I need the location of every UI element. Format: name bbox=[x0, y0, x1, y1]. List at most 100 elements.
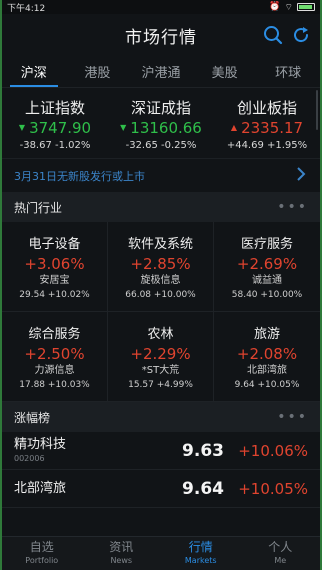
leading-stock: 北部湾旅 bbox=[247, 365, 287, 376]
stock-pct: +10.05% bbox=[238, 479, 308, 498]
section-title: 涨幅榜 bbox=[14, 410, 51, 425]
industry-pct: +2.69% bbox=[236, 255, 298, 273]
alarm-icon: ⏰ bbox=[269, 2, 281, 12]
notice-text: 3月31日无新股发行或上市 bbox=[14, 169, 145, 183]
tab-label-en: News bbox=[110, 556, 133, 565]
scrollbar[interactable] bbox=[316, 90, 318, 130]
index-chinext[interactable]: 创业板指 ▲ 2335.17 +44.69 +1.95% bbox=[214, 98, 320, 158]
tab-label-en: Me bbox=[274, 556, 287, 565]
status-bar: 下午4:12 ⏰ ⌔ bbox=[2, 0, 320, 14]
stock-name: 北部湾旅 bbox=[14, 480, 67, 496]
leading-stock: 力源信息 bbox=[34, 365, 75, 376]
header: 市场行情 bbox=[2, 14, 320, 56]
leading-stock-detail: 29.54 +10.02% bbox=[19, 290, 90, 300]
industry-pct: +2.29% bbox=[130, 345, 191, 363]
index-value: ▲ 2335.17 bbox=[214, 118, 320, 138]
index-value: ▼ 3747.90 bbox=[2, 118, 108, 138]
tab-label-cn: 资讯 bbox=[109, 540, 134, 554]
tab-hushen[interactable]: 沪深 bbox=[2, 56, 66, 87]
market-tabs: 沪深 港股 沪港通 美股 环球 bbox=[2, 56, 320, 88]
stock-name-block: 北部湾旅 bbox=[14, 481, 164, 497]
index-name: 上证指数 bbox=[24, 99, 85, 117]
industry-card[interactable]: 旅游 +2.08% 北部湾旅 9.64 +10.05% bbox=[214, 312, 320, 402]
battery-icon bbox=[297, 3, 315, 11]
leading-stock-detail: 15.57 +4.99% bbox=[128, 380, 193, 390]
tab-label-cn: 自选 bbox=[29, 540, 54, 554]
stock-pct: +10.06% bbox=[238, 441, 308, 460]
industry-name: 旅游 bbox=[253, 327, 280, 342]
bottom-tab-bar: 自选 Portfolio 资讯 News 行情 Markets 个人 Me bbox=[2, 536, 320, 570]
tab-label-cn: 个人 bbox=[268, 540, 293, 554]
tab-me[interactable]: 个人 Me bbox=[241, 537, 321, 570]
more-icon[interactable]: ••• bbox=[277, 409, 308, 425]
leading-stock-detail: 9.64 +10.05% bbox=[234, 380, 300, 390]
leading-stock: 旋极信息 bbox=[140, 275, 181, 286]
tab-portfolio[interactable]: 自选 Portfolio bbox=[2, 537, 82, 570]
industry-card[interactable]: 农林 +2.29% *ST大荒 15.57 +4.99% bbox=[108, 312, 214, 402]
index-change: -38.67 -1.02% bbox=[19, 140, 91, 151]
industry-name: 医疗服务 bbox=[240, 237, 293, 252]
gainers-header: 涨幅榜 ••• bbox=[2, 402, 320, 432]
industry-card[interactable]: 医疗服务 +2.69% 诚益通 58.40 +10.00% bbox=[214, 222, 320, 312]
tab-label-en: Markets bbox=[184, 556, 217, 565]
index-change: -32.65 -0.25% bbox=[125, 140, 197, 151]
industry-card[interactable]: 软件及系统 +2.85% 旋极信息 66.08 +10.00% bbox=[108, 222, 214, 312]
industry-card[interactable]: 电子设备 +3.06% 安居宝 29.54 +10.02% bbox=[2, 222, 108, 312]
industry-name: 综合服务 bbox=[28, 327, 81, 342]
chevron-right-icon bbox=[296, 167, 306, 184]
industry-name: 电子设备 bbox=[28, 237, 81, 252]
tab-global[interactable]: 环球 bbox=[256, 56, 320, 87]
index-shenzhen[interactable]: 深证成指 ▼ 13160.66 -32.65 -0.25% bbox=[108, 98, 214, 158]
industry-pct: +2.08% bbox=[236, 345, 298, 363]
leading-stock: *ST大荒 bbox=[141, 365, 180, 376]
stock-name-block: 精功科技 002006 bbox=[14, 437, 164, 465]
index-value-text: 2335.17 bbox=[241, 119, 304, 137]
industry-name: 农林 bbox=[147, 327, 174, 342]
stock-code: 002006 bbox=[14, 453, 45, 463]
leading-stock: 安居宝 bbox=[39, 275, 70, 286]
refresh-icon[interactable] bbox=[290, 24, 312, 46]
status-time: 下午4:12 bbox=[7, 3, 46, 14]
more-icon[interactable]: ••• bbox=[277, 199, 308, 215]
index-shanghai[interactable]: 上证指数 ▼ 3747.90 -38.67 -1.02% bbox=[2, 98, 108, 158]
industry-card[interactable]: 综合服务 +2.50% 力源信息 17.88 +10.03% bbox=[2, 312, 108, 402]
index-name: 深证成指 bbox=[130, 99, 191, 117]
search-icon[interactable] bbox=[262, 24, 284, 46]
stock-name: 精功科技 bbox=[14, 436, 67, 452]
section-title: 热门行业 bbox=[14, 200, 63, 215]
down-arrow-icon: ▼ bbox=[120, 123, 127, 132]
tab-label-en: Portfolio bbox=[25, 556, 59, 565]
app-frame: 下午4:12 ⏰ ⌔ 市场行情 沪深 港股 沪港通 美股 环球 上证指数 ▼ 3… bbox=[0, 0, 322, 570]
status-icons: ⏰ ⌔ bbox=[269, 2, 315, 13]
ipo-notice[interactable]: 3月31日无新股发行或上市 bbox=[2, 158, 320, 192]
industry-pct: +2.50% bbox=[24, 345, 85, 363]
index-change: +44.69 +1.95% bbox=[226, 140, 308, 151]
hot-industry-grid: 电子设备 +3.06% 安居宝 29.54 +10.02% 软件及系统 +2.8… bbox=[2, 222, 320, 402]
tab-hk-stocks[interactable]: 港股 bbox=[66, 56, 130, 87]
page-title: 市场行情 bbox=[125, 27, 197, 48]
up-arrow-icon: ▲ bbox=[230, 123, 238, 132]
down-arrow-icon: ▼ bbox=[18, 123, 26, 132]
tab-us-stocks[interactable]: 美股 bbox=[193, 56, 257, 87]
tab-news[interactable]: 资讯 News bbox=[82, 537, 162, 570]
list-item[interactable]: 精功科技 002006 9.63 +10.06% bbox=[2, 432, 320, 470]
industry-name: 软件及系统 bbox=[127, 237, 193, 252]
leading-stock: 诚益通 bbox=[252, 275, 282, 286]
index-value-text: 3747.90 bbox=[29, 119, 92, 137]
stock-price: 9.63 bbox=[182, 440, 224, 461]
tab-shanghai-hk-connect[interactable]: 沪港通 bbox=[129, 56, 193, 87]
industry-pct: +3.06% bbox=[24, 255, 85, 273]
leading-stock-detail: 58.40 +10.00% bbox=[231, 290, 303, 300]
list-item[interactable]: 北部湾旅 9.64 +10.05% bbox=[2, 470, 320, 508]
index-summary: 上证指数 ▼ 3747.90 -38.67 -1.02% 深证成指 ▼ 1316… bbox=[2, 88, 320, 158]
stock-price: 9.64 bbox=[182, 478, 224, 499]
gainers-list: 精功科技 002006 9.63 +10.06% 北部湾旅 9.64 +10.0… bbox=[2, 432, 320, 508]
index-name: 创业板指 bbox=[236, 99, 297, 117]
tab-label-cn: 行情 bbox=[188, 540, 213, 554]
index-value: ▼ 13160.66 bbox=[108, 118, 214, 138]
leading-stock-detail: 17.88 +10.03% bbox=[19, 380, 90, 390]
industry-pct: +2.85% bbox=[130, 255, 191, 273]
tab-markets[interactable]: 行情 Markets bbox=[161, 537, 241, 570]
index-value-text: 13160.66 bbox=[130, 119, 202, 137]
wifi-icon: ⌔ bbox=[284, 2, 293, 13]
